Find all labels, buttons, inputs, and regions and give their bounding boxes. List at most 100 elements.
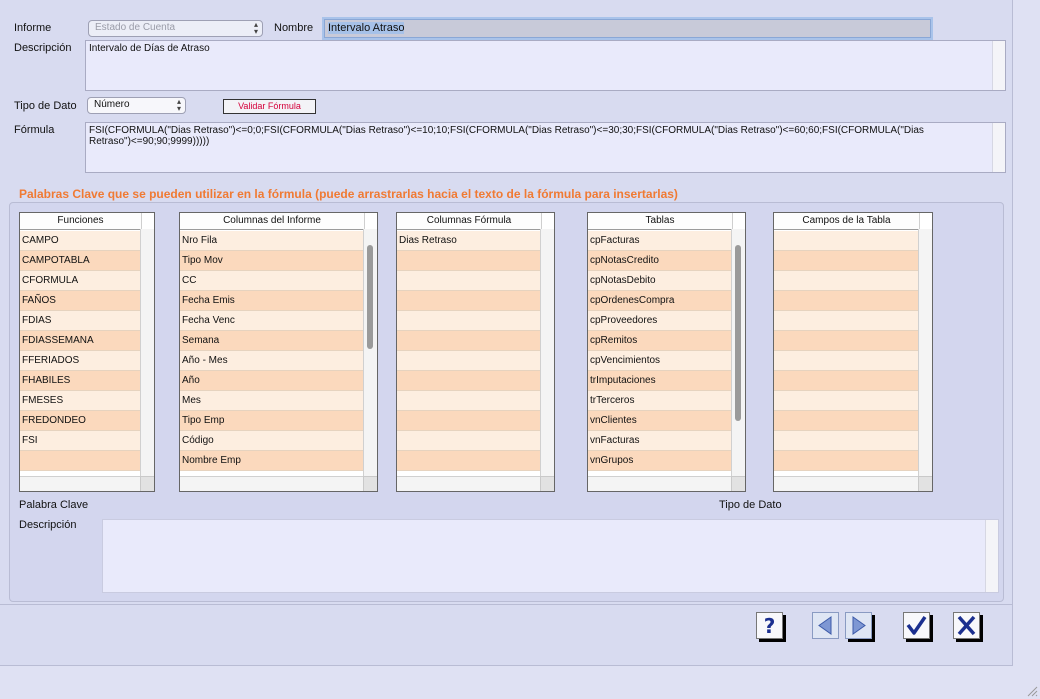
list-item[interactable]: [20, 451, 140, 471]
columnas-formula-hscrollbar[interactable]: [397, 476, 541, 491]
columnas-formula-list[interactable]: Columnas Fórmula Dias Retraso: [396, 212, 555, 492]
funciones-scrollbar[interactable]: [140, 229, 154, 477]
list-item[interactable]: Fecha Emis: [180, 291, 363, 311]
list-item[interactable]: FFERIADOS: [20, 351, 140, 371]
list-item[interactable]: [397, 371, 540, 391]
list-item[interactable]: [774, 371, 918, 391]
validar-formula-button[interactable]: Validar Fórmula: [223, 99, 316, 114]
formula-textarea[interactable]: FSI(CFORMULA("Dias Retraso")<=0;0;FSI(CF…: [85, 122, 1006, 173]
tablas-list[interactable]: Tablas cpFacturas cpNotasCredito cpNotasDe…: [587, 212, 746, 492]
list-item[interactable]: Fecha Venc: [180, 311, 363, 331]
informe-select: Estado de Cuenta ▴ ▾: [88, 20, 263, 37]
formula-scrollbar[interactable]: [992, 123, 1005, 172]
list-item[interactable]: trTerceros: [588, 391, 731, 411]
next-button[interactable]: [845, 612, 877, 642]
list-item[interactable]: cpProveedores: [588, 311, 731, 331]
list-item[interactable]: FREDONDEO: [20, 411, 140, 431]
list-item[interactable]: Año - Mes: [180, 351, 363, 371]
list-item[interactable]: CAMPO: [20, 231, 140, 251]
list-item[interactable]: [774, 391, 918, 411]
list-item[interactable]: FAÑOS: [20, 291, 140, 311]
list-item[interactable]: [774, 431, 918, 451]
scroll-thumb[interactable]: [735, 245, 741, 421]
list-item[interactable]: cpNotasCredito: [588, 251, 731, 271]
list-item[interactable]: FHABILES: [20, 371, 140, 391]
columnas-informe-header[interactable]: Columnas del Informe: [180, 213, 365, 230]
formula-text-line1: FSI(CFORMULA("Dias Retraso")<=0;0;FSI(CF…: [89, 125, 924, 136]
funciones-list[interactable]: Funciones CAMPO CAMPOTABLA CFORMULA FAÑOS FD…: [19, 212, 155, 492]
list-item[interactable]: [774, 451, 918, 471]
list-item[interactable]: FDIASSEMANA: [20, 331, 140, 351]
list-item[interactable]: vnFacturas: [588, 431, 731, 451]
list-item[interactable]: FDIAS: [20, 311, 140, 331]
list-item[interactable]: [397, 391, 540, 411]
list-item[interactable]: [774, 271, 918, 291]
tablas-header[interactable]: Tablas: [588, 213, 733, 230]
list-item[interactable]: [397, 331, 540, 351]
list-item[interactable]: cpVencimientos: [588, 351, 731, 371]
campos-tabla-header[interactable]: Campos de la Tabla: [774, 213, 920, 230]
list-item[interactable]: [397, 411, 540, 431]
list-item[interactable]: CAMPOTABLA: [20, 251, 140, 271]
list-item[interactable]: Semana: [180, 331, 363, 351]
list-item[interactable]: Tipo Mov: [180, 251, 363, 271]
resize-grip-icon[interactable]: [1026, 685, 1038, 697]
tipo-dato-select[interactable]: Número ▴ ▾: [87, 97, 186, 114]
kw-descripcion-scrollbar[interactable]: [985, 520, 998, 592]
list-item[interactable]: [774, 231, 918, 251]
list-item[interactable]: FMESES: [20, 391, 140, 411]
scroll-thumb[interactable]: [367, 245, 373, 349]
tipo-dato-select-value: Número: [94, 99, 130, 110]
list-item[interactable]: vnClientes: [588, 411, 731, 431]
list-item[interactable]: Dias Retraso: [397, 231, 540, 251]
list-item[interactable]: [774, 351, 918, 371]
list-item[interactable]: [397, 251, 540, 271]
campos-tabla-list[interactable]: Campos de la Tabla: [773, 212, 933, 492]
list-item[interactable]: [397, 351, 540, 371]
list-item[interactable]: [774, 331, 918, 351]
list-item[interactable]: [397, 271, 540, 291]
list-item[interactable]: cpRemitos: [588, 331, 731, 351]
list-item[interactable]: [774, 251, 918, 271]
tablas-scrollbar[interactable]: [731, 229, 745, 477]
cancel-button[interactable]: [953, 612, 983, 642]
columnas-formula-header[interactable]: Columnas Fórmula: [397, 213, 542, 230]
prev-button[interactable]: [812, 612, 844, 642]
list-item[interactable]: CFORMULA: [20, 271, 140, 291]
campos-tabla-hscrollbar[interactable]: [774, 476, 919, 491]
list-item[interactable]: Mes: [180, 391, 363, 411]
list-item[interactable]: [397, 311, 540, 331]
descripcion-scrollbar[interactable]: [992, 41, 1005, 90]
list-item[interactable]: CC: [180, 271, 363, 291]
list-item[interactable]: Código: [180, 431, 363, 451]
list-item[interactable]: cpNotasDebito: [588, 271, 731, 291]
columnas-informe-hscrollbar[interactable]: [180, 476, 364, 491]
columnas-informe-list[interactable]: Columnas del Informe Nro Fila Tipo Mov CC F…: [179, 212, 378, 492]
funciones-hscrollbar[interactable]: [20, 476, 141, 491]
columnas-formula-scrollbar[interactable]: [540, 229, 554, 477]
list-item[interactable]: cpOrdenesCompra: [588, 291, 731, 311]
list-item[interactable]: Año: [180, 371, 363, 391]
accept-button[interactable]: [903, 612, 933, 642]
list-item[interactable]: cpFacturas: [588, 231, 731, 251]
list-item[interactable]: Nro Fila: [180, 231, 363, 251]
descripcion-textarea[interactable]: Intervalo de Días de Atraso: [85, 40, 1006, 91]
list-item[interactable]: vnGrupos: [588, 451, 731, 471]
list-item[interactable]: Tipo Emp: [180, 411, 363, 431]
list-item[interactable]: FSI: [20, 431, 140, 451]
campos-tabla-scrollbar[interactable]: [918, 229, 932, 477]
list-item[interactable]: [397, 291, 540, 311]
nombre-input[interactable]: Intervalo Atraso: [324, 19, 931, 38]
list-item[interactable]: [774, 411, 918, 431]
list-item[interactable]: [774, 291, 918, 311]
list-item[interactable]: trImputaciones: [588, 371, 731, 391]
tablas-hscrollbar[interactable]: [588, 476, 732, 491]
funciones-header[interactable]: Funciones: [20, 213, 142, 230]
help-button[interactable]: ?: [756, 612, 786, 642]
list-item[interactable]: [397, 451, 540, 471]
columnas-informe-scrollbar[interactable]: [363, 229, 377, 477]
list-corner: [540, 476, 554, 491]
list-item[interactable]: [774, 311, 918, 331]
list-item[interactable]: [397, 431, 540, 451]
list-item[interactable]: Nombre Emp: [180, 451, 363, 471]
